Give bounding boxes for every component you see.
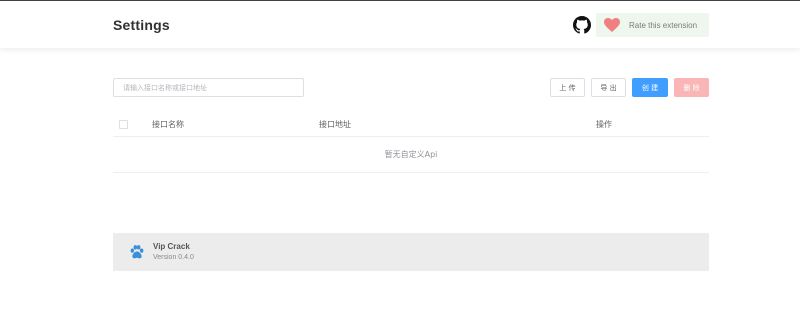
delete-button[interactable]: 删 除 — [674, 78, 709, 97]
footer-app-name: Vip Crack — [153, 242, 190, 251]
app-header: Settings Rate this extension — [0, 1, 800, 48]
column-header-api-name: 接口名称 — [152, 120, 184, 129]
create-button[interactable]: 创 建 — [632, 78, 668, 97]
column-header-actions: 操作 — [596, 120, 612, 129]
table-empty-text: 暂无自定义Api — [113, 137, 709, 173]
search-placeholder: 请输入接口名称或接口地址 — [123, 83, 207, 92]
search-input[interactable]: 请输入接口名称或接口地址 — [113, 78, 304, 97]
footer-version: Version 0.4.0 — [153, 254, 194, 261]
github-icon[interactable] — [573, 16, 591, 34]
select-all-checkbox[interactable] — [119, 120, 128, 129]
page-title: Settings — [113, 17, 170, 33]
heart-icon — [604, 18, 620, 32]
export-button[interactable]: 导 出 — [591, 78, 626, 97]
table-header: 接口名称 接口地址 操作 — [113, 113, 709, 137]
rate-extension-button[interactable]: Rate this extension — [596, 13, 709, 37]
app-footer: Vip Crack Version 0.4.0 — [113, 233, 709, 271]
upload-button[interactable]: 上 传 — [550, 78, 585, 97]
paw-icon — [130, 245, 144, 259]
column-header-api-url: 接口地址 — [319, 120, 351, 129]
rate-extension-label: Rate this extension — [629, 20, 698, 30]
